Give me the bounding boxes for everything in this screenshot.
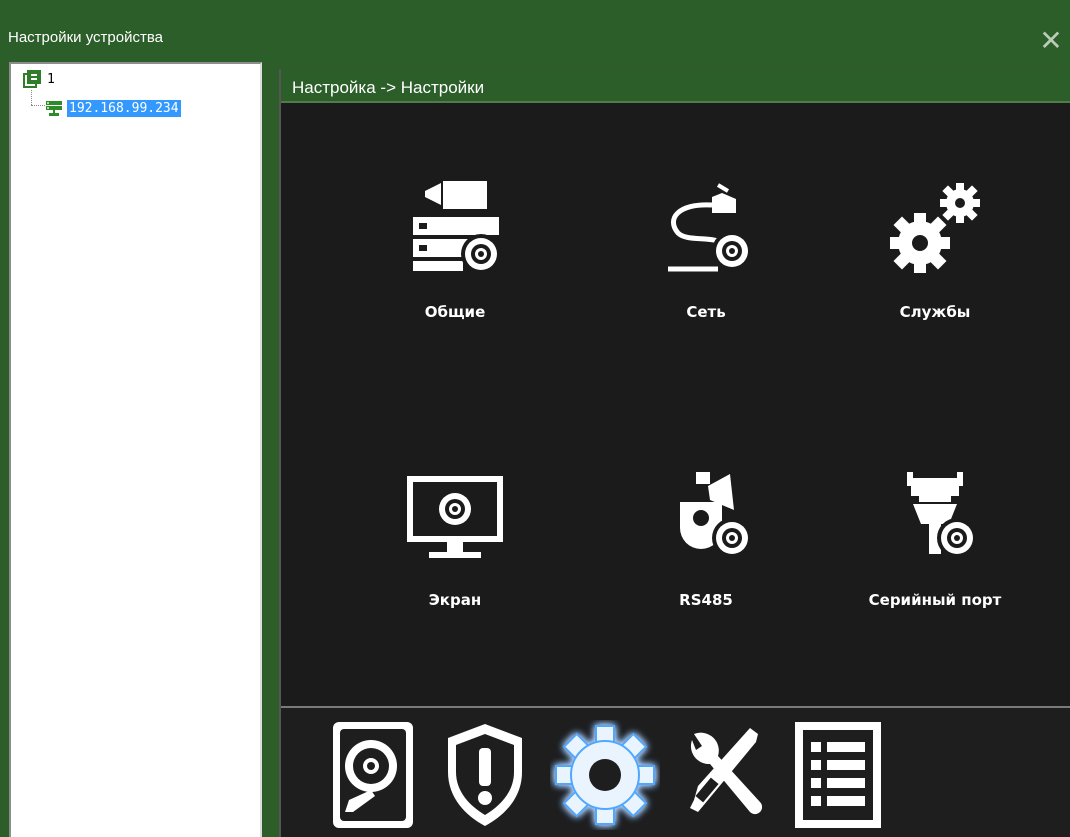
tree-connector	[31, 90, 32, 105]
serial-port-icon	[907, 472, 977, 558]
grid-item-label: Сеть	[686, 303, 726, 321]
grid-item-services[interactable]: Службы	[835, 174, 1035, 334]
info-list-icon[interactable]	[793, 720, 883, 830]
services-gears-icon	[890, 183, 980, 273]
window-title: Настройки устройства	[8, 29, 163, 46]
settings-gear-icon[interactable]	[550, 720, 660, 830]
device-group-icon	[23, 70, 41, 88]
close-button[interactable]: ✕	[1036, 26, 1066, 56]
ptz-camera-icon	[680, 472, 752, 558]
network-cable-icon	[668, 183, 752, 272]
grid-item-rs485[interactable]: RS485	[606, 464, 806, 624]
monitor-display-icon	[407, 476, 503, 558]
bottom-toolbar	[281, 706, 1070, 837]
grid-item-label: Общие	[424, 303, 486, 321]
grid-item-label: RS485	[679, 591, 733, 609]
grid-item-label: Экран	[428, 591, 482, 609]
tree-root-label: 1	[47, 71, 55, 87]
grid-item-label: Серийный порт	[868, 591, 1002, 609]
tree-item-device[interactable]: 192.168.99.234	[45, 98, 181, 118]
general-settings-icon	[413, 181, 501, 274]
device-settings-window: Настройки устройства ✕ 1 192.168.99.234 …	[0, 0, 1070, 837]
grid-item-network[interactable]: Сеть	[606, 174, 806, 334]
settings-panel: Настройка -> Настройки Общие Сеть Службы…	[279, 69, 1070, 837]
grid-item-serial[interactable]: Серийный порт	[835, 464, 1035, 624]
grid-item-general[interactable]: Общие	[355, 174, 555, 334]
alarm-shield-icon[interactable]	[442, 720, 528, 830]
tools-icon[interactable]	[680, 720, 766, 830]
hard-disk-icon[interactable]	[331, 720, 415, 830]
panel-header: Настройка -> Настройки	[281, 69, 1070, 103]
tree-item-label: 192.168.99.234	[67, 99, 181, 117]
title-bar: Настройки устройства ✕	[0, 0, 1070, 62]
network-device-icon	[46, 101, 62, 116]
grid-item-display[interactable]: Экран	[355, 464, 555, 624]
grid-item-label: Службы	[899, 303, 971, 321]
tree-connector	[31, 105, 45, 106]
device-tree: 1 192.168.99.234	[9, 62, 262, 837]
tree-root-item[interactable]: 1	[23, 69, 55, 89]
breadcrumb: Настройка -> Настройки	[292, 78, 485, 97]
